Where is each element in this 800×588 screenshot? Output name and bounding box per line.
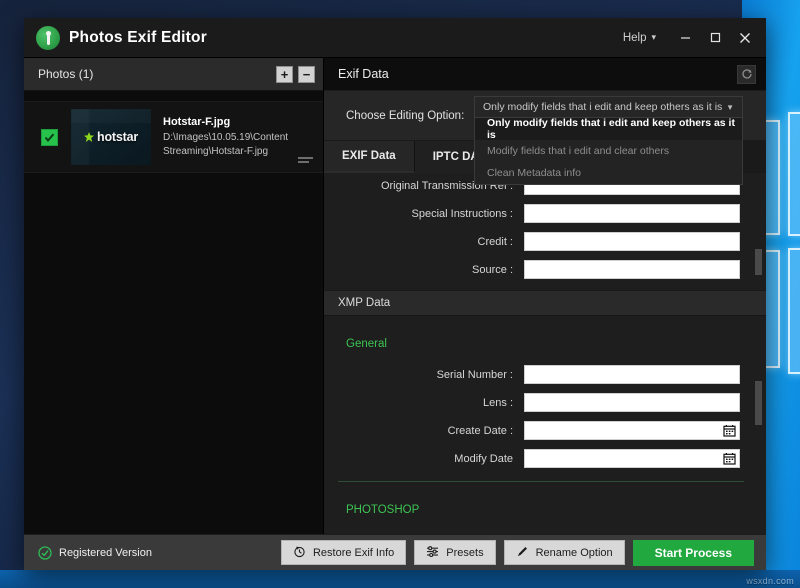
title-bar[interactable]: Photos Exif Editor Help ▾	[24, 18, 766, 58]
field-source: Source :	[324, 257, 740, 282]
editing-option-bar: Choose Editing Option: Only modify field…	[324, 91, 766, 141]
create-date-input[interactable]	[524, 421, 740, 440]
source-input[interactable]	[524, 260, 740, 279]
list-item-menu-icon[interactable]	[298, 157, 313, 163]
dropdown-option-1[interactable]: Modify fields that i edit and clear othe…	[475, 140, 742, 162]
close-button[interactable]	[730, 18, 760, 58]
pencil-icon	[516, 545, 529, 561]
photos-panel-header: Photos (1) + −	[24, 58, 323, 91]
scrollbar-thumb-secondary[interactable]	[755, 381, 762, 425]
presets-label: Presets	[446, 547, 483, 559]
editing-option-dropdown[interactable]: Only modify fields that i edit and keep …	[474, 96, 743, 185]
help-menu-button[interactable]: Help ▾	[623, 32, 656, 44]
field-special-instructions: Special Instructions :	[324, 201, 740, 226]
rename-option-label: Rename Option	[536, 547, 613, 559]
exif-panel-title: Exif Data	[338, 67, 389, 81]
restore-icon	[293, 545, 306, 561]
serial-number-input[interactable]	[524, 365, 740, 384]
exif-form-scroll-area[interactable]: Original Transmission Ref : Special Inst…	[324, 173, 766, 534]
dropdown-selected-label: Only modify fields that i edit and keep …	[483, 101, 726, 113]
photoshop-group-title: PHOTOSHOP	[324, 482, 766, 528]
lens-input[interactable]	[524, 393, 740, 412]
iptc-field-group: Original Transmission Ref : Special Inst…	[324, 173, 766, 282]
chevron-down-icon: ▼	[726, 103, 734, 112]
app-title: Photos Exif Editor	[69, 29, 207, 47]
help-menu-label: Help	[623, 32, 647, 44]
exif-data-panel: Exif Data Choose Editing Option: Only mo…	[324, 58, 766, 534]
field-modify-date: Modify Date	[324, 446, 740, 471]
photo-thumbnail: hotstar	[71, 109, 151, 165]
dropdown-options-list[interactable]: Only modify fields that i edit and keep …	[474, 118, 743, 185]
rename-option-button[interactable]: Rename Option	[504, 540, 625, 565]
field-label: Create Date :	[324, 425, 524, 437]
editing-option-label: Choose Editing Option:	[346, 110, 464, 122]
restore-exif-info-button[interactable]: Restore Exif Info	[281, 540, 406, 565]
photo-metadata: Hotstar-F.jpg D:\Images\10.05.19\Content…	[163, 116, 323, 159]
list-item[interactable]: hotstar Hotstar-F.jpg D:\Images\10.05.19…	[24, 101, 323, 173]
special-instructions-input[interactable]	[524, 204, 740, 223]
scrollbar-thumb[interactable]	[755, 249, 762, 275]
watermark: wsxdn.com	[746, 576, 794, 586]
field-serial-number: Serial Number :	[324, 362, 740, 387]
refresh-icon[interactable]	[737, 65, 756, 84]
photo-checkbox[interactable]	[41, 129, 58, 146]
registered-label: Registered Version	[59, 547, 152, 559]
field-label: Serial Number :	[324, 369, 524, 381]
modify-date-input[interactable]	[524, 449, 740, 468]
xmp-data-section-header: XMP Data	[324, 290, 766, 316]
credit-input[interactable]	[524, 232, 740, 251]
start-process-button[interactable]: Start Process	[633, 540, 754, 566]
application-window: Photos Exif Editor Help ▾ Photos (1) + −	[24, 18, 766, 570]
chevron-down-icon: ▾	[651, 32, 656, 43]
field-label: Lens :	[324, 397, 524, 409]
photo-file-path-line1: D:\Images\10.05.19\Content	[163, 131, 323, 145]
add-photo-button[interactable]: +	[276, 66, 293, 83]
dropdown-option-0[interactable]: Only modify fields that i edit and keep …	[475, 118, 742, 140]
minimize-button[interactable]	[670, 18, 700, 58]
registered-status: Registered Version	[38, 546, 152, 560]
presets-button[interactable]: Presets	[414, 540, 495, 565]
main-content: Photos (1) + − hotstar	[24, 58, 766, 534]
app-logo-icon	[36, 26, 60, 50]
field-label: Source :	[324, 264, 524, 276]
photo-file-name: Hotstar-F.jpg	[163, 116, 323, 128]
sliders-icon	[426, 545, 439, 561]
calendar-icon[interactable]	[723, 424, 736, 437]
tab-exif-data[interactable]: EXIF Data	[324, 141, 415, 173]
exif-panel-header: Exif Data	[324, 58, 766, 91]
hotstar-star-icon	[84, 132, 94, 142]
field-lens: Lens :	[324, 390, 740, 415]
general-field-group: Serial Number : Lens : Create Date :	[324, 362, 766, 471]
field-create-date: Create Date :	[324, 418, 740, 443]
remove-photo-button[interactable]: −	[298, 66, 315, 83]
check-circle-icon	[38, 546, 52, 560]
field-credit: Credit :	[324, 229, 740, 254]
field-label: Credit :	[324, 236, 524, 248]
photo-list: hotstar Hotstar-F.jpg D:\Images\10.05.19…	[24, 91, 323, 534]
bottom-toolbar: Registered Version Restore Exif Info	[24, 534, 766, 570]
taskbar[interactable]	[0, 570, 800, 588]
dropdown-option-2[interactable]: Clean Metadata info	[475, 162, 742, 184]
restore-exif-info-label: Restore Exif Info	[313, 547, 394, 559]
photos-panel: Photos (1) + − hotstar	[24, 58, 324, 534]
dropdown-selected-value[interactable]: Only modify fields that i edit and keep …	[474, 96, 743, 118]
thumbnail-brand-text: hotstar	[97, 130, 138, 144]
form-scrollbar[interactable]	[755, 173, 762, 534]
field-label: Special Instructions :	[324, 208, 524, 220]
calendar-icon[interactable]	[723, 452, 736, 465]
field-label: Modify Date	[324, 453, 524, 465]
maximize-button[interactable]	[700, 18, 730, 58]
photos-count-label: Photos (1)	[38, 67, 93, 81]
general-group-title: General	[324, 316, 766, 362]
